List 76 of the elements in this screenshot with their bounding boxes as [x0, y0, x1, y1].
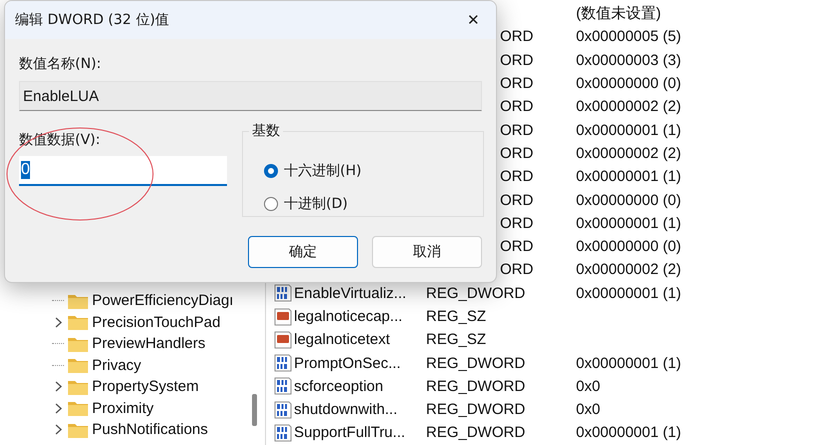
value-type: ORD	[500, 28, 534, 46]
string-value-icon	[274, 330, 292, 349]
value-data: 0x00000002 (2)	[576, 261, 682, 278]
value-data: 0x00000003 (3)	[576, 52, 682, 69]
value-type: ORD	[500, 75, 534, 92]
value-type: ORD	[500, 214, 534, 232]
tree-item[interactable]: PushNotifications	[92, 421, 208, 438]
radio-button[interactable]	[264, 164, 278, 178]
folder-icon	[68, 336, 88, 352]
binary-value-icon	[274, 377, 292, 396]
tree-item[interactable]: PropertySystem	[92, 378, 199, 396]
value-data: 0x0	[576, 378, 600, 395]
tree-item[interactable]: PreviewHandlers	[92, 335, 206, 352]
scrollbar-thumb[interactable]	[252, 394, 257, 426]
base-group-title: 基数	[249, 122, 283, 140]
value-name[interactable]: legalnoticetext	[294, 331, 390, 348]
binary-value-icon	[274, 354, 292, 372]
value-data: 0x00000001 (1)	[576, 168, 682, 186]
value-type: ORD	[500, 192, 534, 209]
binary-value-icon	[274, 424, 292, 442]
string-value-icon	[274, 308, 292, 326]
value-data: 0x00000001 (1)	[576, 122, 682, 139]
tree-item[interactable]: Proximity	[92, 400, 154, 417]
value-name-label: 数值名称(N):	[19, 55, 102, 73]
value-data: 0x00000002 (2)	[576, 98, 682, 116]
value-type: REG_DWORD	[426, 424, 526, 442]
tree-item[interactable]: Privacy	[92, 356, 142, 374]
close-button[interactable]: ✕	[463, 11, 484, 29]
value-data: 0x00000000 (0)	[576, 238, 682, 256]
radio-button[interactable]	[264, 196, 278, 210]
value-type: REG_DWORD	[426, 378, 526, 395]
value-name[interactable]: EnableVirtualiz...	[294, 284, 406, 302]
folder-icon	[68, 422, 88, 438]
radio-label[interactable]: 十六进制(H)	[284, 162, 362, 180]
value-data: (数值未设置)	[576, 5, 661, 22]
value-type: REG_SZ	[426, 331, 486, 348]
value-type: ORD	[500, 238, 534, 256]
folder-icon	[68, 314, 88, 330]
value-data: 0x00000000 (0)	[576, 75, 682, 92]
value-type: ORD	[500, 168, 534, 186]
binary-value-icon	[274, 400, 292, 419]
value-name[interactable]: scforceoption	[294, 378, 384, 395]
value-data: 0x00000001 (1)	[576, 284, 682, 302]
folder-icon	[68, 378, 88, 395]
tree-item[interactable]: PrecisionTouchPad	[92, 314, 220, 331]
value-type: REG_SZ	[426, 308, 486, 325]
dialog-title: 编辑 DWORD (32 位)值	[15, 11, 170, 29]
value-type: ORD	[500, 144, 534, 162]
binary-value-icon	[274, 284, 292, 302]
folder-icon	[68, 292, 88, 309]
value-name[interactable]: PromptOnSec...	[294, 354, 401, 372]
value-name[interactable]: shutdownwith...	[294, 401, 398, 418]
value-type: REG_DWORD	[426, 284, 526, 302]
value-data: 0x0	[576, 401, 600, 418]
ok-button[interactable]: 确定	[248, 236, 358, 268]
tree-item[interactable]: PowerEfficiencyDiagı	[92, 292, 234, 310]
radio-label[interactable]: 十进制(D)	[284, 194, 348, 212]
value-type: ORD	[500, 52, 534, 69]
value-data: 0x00000001 (1)	[576, 354, 682, 372]
value-data: 0x00000002 (2)	[576, 144, 682, 162]
value-name[interactable]: SupportFullTru...	[294, 424, 406, 442]
value-data: 0x00000000 (0)	[576, 192, 682, 209]
value-type: ORD	[500, 98, 534, 116]
value-data: 0x00000005 (5)	[576, 28, 682, 46]
value-type: ORD	[500, 261, 534, 278]
value-name[interactable]: legalnoticecap...	[294, 308, 402, 325]
folder-icon	[68, 357, 88, 374]
folder-icon	[68, 400, 88, 416]
value-type: REG_DWORD	[426, 401, 526, 418]
value-type: ORD	[500, 122, 534, 139]
cancel-button[interactable]: 取消	[372, 236, 482, 268]
value-data: 0x00000001 (1)	[576, 214, 682, 232]
value-type: REG_DWORD	[426, 354, 526, 372]
value-data-field[interactable]: 0	[19, 156, 227, 186]
value-name-field: EnableLUA	[19, 81, 482, 111]
value-data: 0x00000001 (1)	[576, 424, 682, 442]
